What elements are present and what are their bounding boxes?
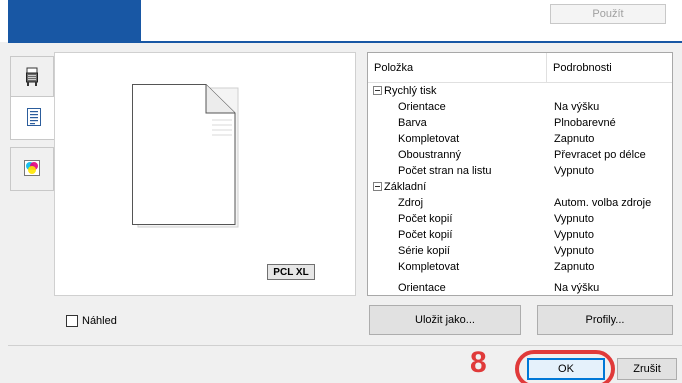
cancel-button[interactable]: Zrušit — [617, 358, 677, 380]
list-item: Počet kopií Vypnuto — [368, 211, 672, 227]
item-value: Zapnuto — [554, 261, 595, 273]
group-label: Rychlý tisk — [384, 85, 437, 97]
profiles-button[interactable]: Profily... — [537, 305, 673, 335]
active-header-tab[interactable] — [8, 0, 141, 42]
item-label: Počet kopií — [398, 213, 453, 225]
list-item: Kompletovat Zapnuto — [368, 131, 672, 147]
item-value: Vypnuto — [554, 213, 594, 225]
pdl-badge: PCL XL — [267, 264, 315, 280]
list-item: Počet stran na listu Vypnuto — [368, 163, 672, 179]
item-label: Série kopií — [398, 245, 450, 257]
header-accent-line — [8, 41, 682, 43]
printer-icon — [26, 67, 38, 90]
group-row-basic[interactable]: Základní — [368, 179, 672, 195]
page-preview-panel: PCL XL — [54, 52, 356, 296]
group-row-quick-print[interactable]: Rychlý tisk — [368, 83, 672, 99]
item-value: Na výšku — [554, 282, 600, 294]
list-item: Barva Plnobarevné — [368, 115, 672, 131]
save-as-button[interactable]: Uložit jako... — [369, 305, 521, 335]
collapse-icon[interactable] — [373, 182, 382, 191]
sidebar-tab-layout[interactable] — [10, 96, 56, 140]
color-icon — [24, 159, 40, 179]
item-value: Převracet po délce — [554, 149, 646, 161]
collapse-icon[interactable] — [373, 86, 382, 95]
list-item-partial: Orientace Na výšku — [368, 280, 672, 295]
list-item: Oboustranný Převracet po délce — [368, 147, 672, 163]
settings-summary-list[interactable]: Položka Podrobnosti Rychlý tisk Orientac… — [367, 52, 673, 296]
item-label: Orientace — [398, 101, 446, 113]
apply-button[interactable]: Použít — [550, 4, 666, 24]
column-header-details[interactable]: Podrobnosti — [547, 53, 672, 83]
item-value: Na výšku — [554, 101, 600, 113]
item-label: Zdroj — [398, 197, 424, 209]
item-value: Plnobarevné — [554, 117, 616, 129]
item-label: Počet stran na listu — [398, 165, 492, 177]
item-label: Orientace — [398, 282, 446, 294]
list-header: Položka Podrobnosti — [368, 53, 672, 83]
list-item: Orientace Na výšku — [368, 99, 672, 115]
sidebar-tab-device[interactable] — [10, 56, 54, 100]
item-label: Barva — [398, 117, 427, 129]
list-item: Série kopií Vypnuto — [368, 243, 672, 259]
sidebar-tab-color[interactable] — [10, 147, 54, 191]
item-label: Počet kopií — [398, 229, 453, 241]
item-label: Kompletovat — [398, 133, 460, 145]
item-value: Zapnuto — [554, 133, 595, 145]
document-icon — [26, 107, 41, 129]
footer-divider — [8, 345, 682, 346]
preview-checkbox[interactable]: Náhled — [66, 315, 117, 327]
item-value: Vypnuto — [554, 229, 594, 241]
checkbox-box[interactable] — [66, 315, 78, 327]
preview-checkbox-label: Náhled — [82, 315, 117, 327]
group-label: Základní — [384, 181, 427, 193]
item-label: Oboustranný — [398, 149, 461, 161]
list-item: Zdroj Autom. volba zdroje — [368, 195, 672, 211]
list-item: Kompletovat Zapnuto — [368, 259, 672, 275]
list-item: Počet kopií Vypnuto — [368, 227, 672, 243]
item-label: Kompletovat — [398, 261, 460, 273]
ok-highlight-ring — [515, 350, 615, 383]
item-value: Vypnuto — [554, 245, 594, 257]
page-preview-icon — [132, 84, 239, 228]
step-number-callout: 8 — [470, 346, 487, 379]
column-header-item[interactable]: Položka — [368, 53, 547, 83]
item-value: Vypnuto — [554, 165, 594, 177]
item-value: Autom. volba zdroje — [554, 197, 652, 209]
